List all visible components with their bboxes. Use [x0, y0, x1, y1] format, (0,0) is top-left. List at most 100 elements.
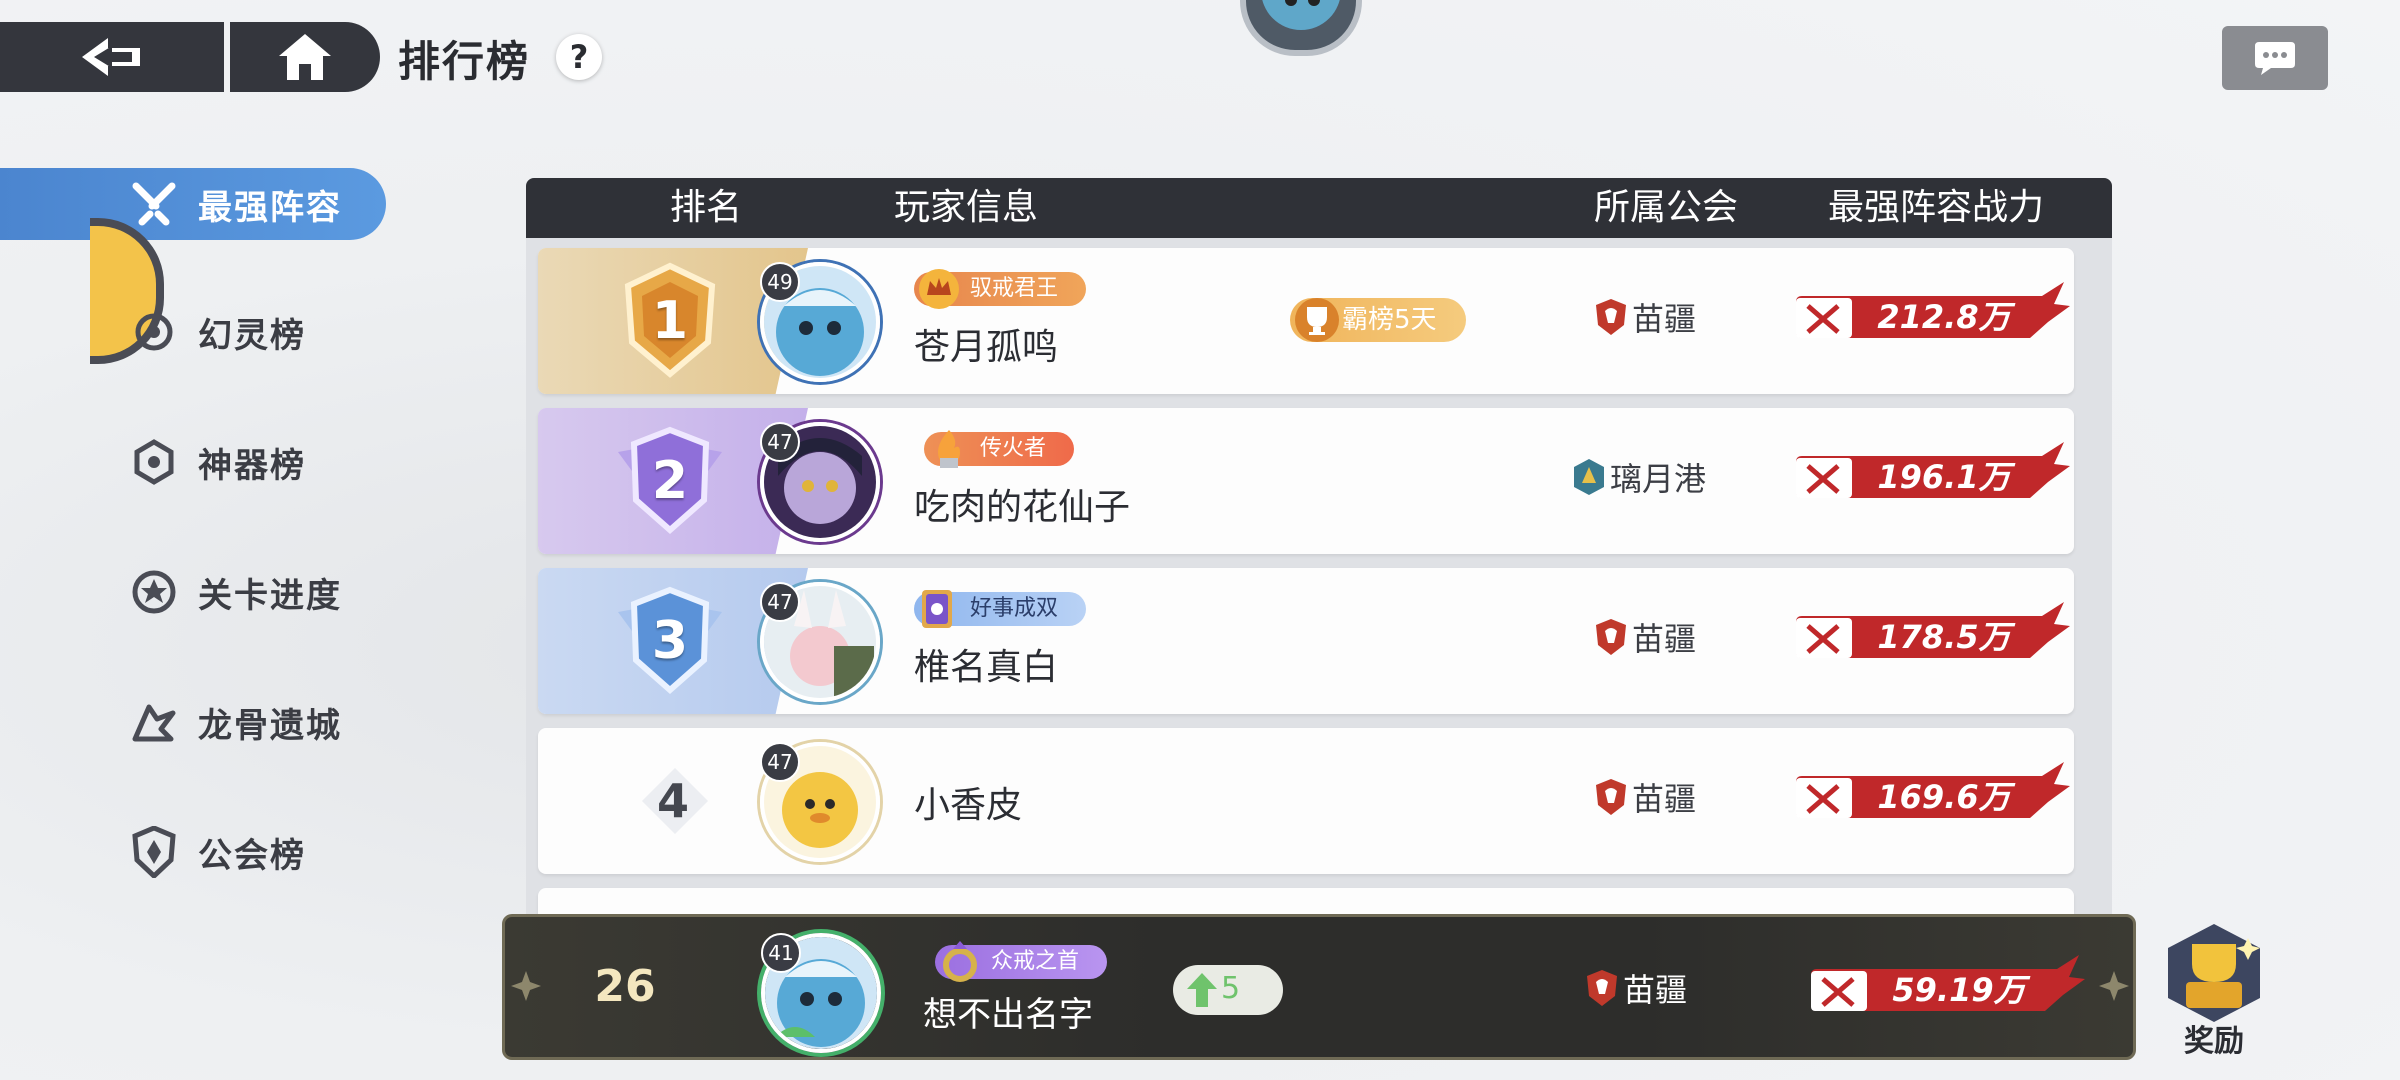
guild-emblem-icon: [1596, 779, 1626, 815]
player-name: 苍月孤鸣: [914, 327, 1059, 368]
trophy-chest-icon: [2168, 924, 2260, 1022]
up-arrow-icon: [1187, 973, 1217, 1007]
top-pet-avatar[interactable]: [1240, 0, 1362, 56]
title-tag: 众戒之首: [935, 941, 1108, 982]
guild-name: 苗疆: [1623, 971, 1688, 1009]
sidebar-item-label: 幻灵榜: [198, 315, 306, 356]
rank-change-value: 5: [1221, 971, 1241, 1006]
col-header-power: 最强阵容战力: [1827, 187, 2044, 228]
honor-badge: 霸榜5天: [1290, 298, 1466, 342]
spirit-icon: [128, 306, 180, 358]
sidebar-item-label: 公会榜: [198, 835, 306, 876]
title-text: 传火者: [980, 436, 1047, 461]
guild-shield-icon: [128, 826, 180, 878]
rank-change-badge: 5: [1173, 965, 1283, 1015]
title-text: 众戒之首: [991, 949, 1080, 974]
guild-info[interactable]: 苗疆: [1594, 612, 1696, 662]
rank-number: 2: [651, 451, 689, 511]
chat-button[interactable]: [2222, 26, 2328, 90]
back-arrow-icon: [82, 38, 140, 76]
guild-name: 璃月港: [1610, 460, 1707, 498]
guild-info[interactable]: 苗疆: [1585, 963, 1687, 1013]
player-name: 吃肉的花仙子: [914, 487, 1131, 528]
sidebar-item-artifact[interactable]: 神器榜: [0, 426, 400, 498]
sidebar-item-strongest-lineup[interactable]: 最强阵容: [0, 168, 386, 240]
my-rank-bar[interactable]: 26 41 众戒之首 想不出名字 5 苗疆 59.19万: [502, 914, 2136, 1060]
power-value: 212.8万: [1877, 298, 2011, 336]
rank-number: 4: [656, 774, 689, 828]
page-title: 排行榜: [398, 37, 531, 86]
level-badge: 47: [760, 742, 800, 782]
chat-bubble-icon: [2255, 42, 2295, 75]
level-badge: 41: [761, 933, 801, 973]
table-row[interactable]: 3 47 好事成双 椎名真白 苗疆 178.5万: [538, 568, 2074, 714]
sidebar-item-label: 神器榜: [198, 445, 306, 486]
card-title-icon: [922, 590, 952, 628]
ornament-right-icon: [2099, 971, 2129, 1001]
guild-info[interactable]: 苗疆: [1594, 292, 1696, 342]
table-row[interactable]: 1 49 驭戒君王 苍月孤鸣 霸榜5天 苗疆 212.8万: [538, 248, 2074, 394]
ranking-list[interactable]: 1 49 驭戒君王 苍月孤鸣 霸榜5天 苗疆 212.8万 2 47 传火者 吃…: [526, 238, 2112, 938]
level-badge: 47: [760, 422, 800, 462]
player-name: 椎名真白: [914, 647, 1059, 688]
power-banner: 169.6万: [1792, 756, 2070, 830]
honor-text: 霸榜5天: [1342, 305, 1437, 335]
reward-label: 奖励: [2184, 1024, 2244, 1059]
sidebar-item-label: 关卡进度: [198, 575, 342, 616]
home-icon: [279, 34, 331, 80]
guild-info[interactable]: 苗疆: [1594, 772, 1696, 822]
crossed-swords-icon: [128, 178, 180, 230]
player-name: 想不出名字: [923, 995, 1093, 1035]
my-rank-number: 26: [594, 961, 656, 1012]
guild-name: 苗疆: [1632, 300, 1697, 338]
top-nav-pill: [0, 22, 380, 92]
sidebar-item-spirit[interactable]: 幻灵榜: [0, 296, 400, 368]
trophy-icon: [1295, 298, 1339, 342]
power-banner: 178.5万: [1792, 596, 2070, 670]
guild-name: 苗疆: [1632, 780, 1697, 818]
artifact-icon: [128, 436, 180, 488]
rank-number: 3: [651, 611, 689, 671]
power-value: 169.6万: [1877, 778, 2011, 816]
level-badge: 47: [760, 582, 800, 622]
back-button[interactable]: [0, 22, 224, 92]
power-value: 196.1万: [1877, 458, 2011, 496]
table-header: 排名 玩家信息 所属公会 最强阵容战力: [526, 178, 2112, 238]
sidebar-item-label: 龙骨遗城: [198, 705, 342, 746]
guild-info[interactable]: 璃月港: [1572, 452, 1706, 502]
torch-title-icon: [938, 430, 960, 468]
title-tag: 驭戒君王: [914, 269, 1087, 309]
power-banner: 59.19万: [1807, 949, 2085, 1023]
crown-title-icon: [919, 269, 959, 309]
level-badge: 49: [760, 262, 800, 302]
title-tag: 好事成双: [914, 590, 1087, 628]
power-value: 59.19万: [1892, 971, 2026, 1009]
table-row[interactable]: 2 47 传火者 吃肉的花仙子 璃月港 196.1万: [538, 408, 2074, 554]
col-header-player: 玩家信息: [893, 187, 1038, 228]
power-banner: 212.8万: [1792, 276, 2070, 350]
guild-emblem-icon: [1574, 459, 1604, 495]
power-banner: 196.1万: [1792, 436, 2070, 510]
sidebar-item-guild-rank[interactable]: 公会榜: [0, 816, 400, 888]
home-button[interactable]: [230, 22, 380, 92]
star-badge-icon: [128, 566, 180, 618]
sidebar-item-dragon-ruins[interactable]: 龙骨遗城: [0, 686, 400, 758]
sidebar-item-stage-progress[interactable]: 关卡进度: [0, 556, 400, 628]
col-header-guild: 所属公会: [1593, 187, 1738, 228]
title-tag: 传火者: [924, 430, 1075, 468]
help-button[interactable]: ?: [556, 34, 602, 80]
guild-name: 苗疆: [1632, 620, 1697, 658]
guild-emblem-icon: [1596, 299, 1626, 335]
rank-gold-badge-icon: 1: [610, 262, 730, 380]
col-header-rank: 排名: [669, 187, 742, 228]
table-row[interactable]: 4 47 小香皮 苗疆 169.6万: [538, 728, 2074, 874]
title-text: 驭戒君王: [970, 276, 1059, 301]
rank-purple-badge-icon: 2: [610, 422, 730, 540]
sidebar-item-label: 最强阵容: [198, 187, 342, 228]
ornament-left-icon: [511, 971, 541, 1001]
dragon-icon: [128, 696, 180, 748]
guild-emblem-icon: [1587, 970, 1617, 1006]
guild-emblem-icon: [1596, 619, 1626, 655]
power-value: 178.5万: [1877, 618, 2011, 656]
reward-button[interactable]: 奖励: [2156, 920, 2272, 1059]
